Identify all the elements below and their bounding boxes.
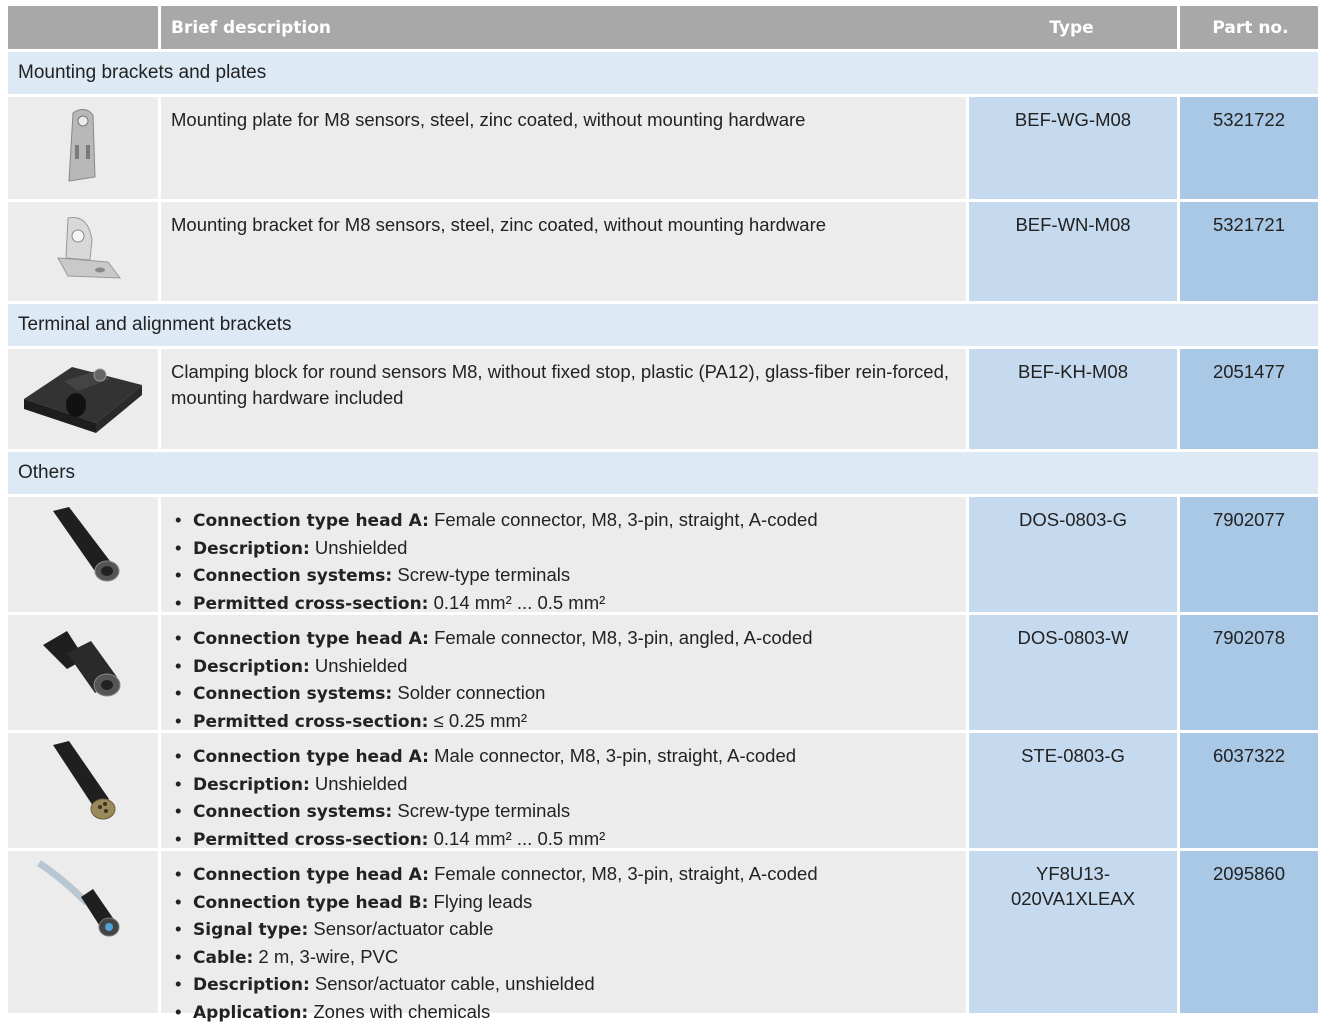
row-type: DOS-0803-W <box>966 615 1177 730</box>
spec-item: Connection systems: Solder connection <box>171 680 956 708</box>
spec-item: Signal type: Sensor/actuator cable <box>171 916 956 944</box>
spec-item: Description: Unshielded <box>171 653 956 681</box>
spec-item: Permitted cross-section: 0.14 mm² ... 0.… <box>171 826 956 854</box>
table-row: Connection type head A: Male connector, … <box>8 733 1318 851</box>
header-image-column <box>8 6 158 49</box>
sensor-cable-icon <box>33 859 133 949</box>
male-connector-straight-icon <box>33 741 133 831</box>
header-part-no: Part no. <box>1177 6 1321 49</box>
row-description: Connection type head A: Female connector… <box>158 615 966 730</box>
spec-item: Connection type head A: Female connector… <box>171 507 956 535</box>
clamping-block-icon <box>18 357 148 437</box>
table-row: Connection type head A: Female connector… <box>8 851 1318 1016</box>
product-image <box>8 733 158 848</box>
product-image <box>8 97 158 199</box>
spec-item: Permitted cross-section: ≤ 0.25 mm² <box>171 708 956 736</box>
spec-item: Connection type head B: Flying leads <box>171 889 956 917</box>
spec-item: Connection type head A: Female connector… <box>171 625 956 653</box>
table-row: Mounting plate for M8 sensors, steel, zi… <box>8 97 1318 202</box>
spec-item: Connection systems: Screw-type terminals <box>171 798 956 826</box>
row-type: BEF-WN-M08 <box>966 202 1177 301</box>
row-description: Connection type head A: Female connector… <box>158 497 966 612</box>
table-row: Mounting bracket for M8 sensors, steel, … <box>8 202 1318 304</box>
group-title: Mounting brackets and plates <box>8 52 1318 97</box>
product-image <box>8 349 158 449</box>
product-image <box>8 497 158 612</box>
row-part-no: 7902077 <box>1177 497 1318 612</box>
row-part-no: 5321722 <box>1177 97 1318 199</box>
accessories-table: Brief description Type Part no. Mounting… <box>8 6 1318 1016</box>
row-type: DOS-0803-G <box>966 497 1177 612</box>
row-part-no: 5321721 <box>1177 202 1318 301</box>
row-description: Mounting bracket for M8 sensors, steel, … <box>158 202 966 301</box>
spec-item: Permitted cross-section: 0.14 mm² ... 0.… <box>171 590 956 618</box>
spec-item: Connection systems: Screw-type terminals <box>171 562 956 590</box>
group-title: Others <box>8 452 1318 497</box>
product-image <box>8 851 158 1013</box>
group-title: Terminal and alignment brackets <box>8 304 1318 349</box>
row-part-no: 6037322 <box>1177 733 1318 848</box>
spec-item: Connection type head A: Male connector, … <box>171 743 956 771</box>
header-description: Brief description <box>158 6 966 49</box>
spec-item: Application: Zones with chemicals <box>171 999 956 1026</box>
product-image <box>8 615 158 730</box>
row-part-no: 7902078 <box>1177 615 1318 730</box>
spec-item: Connection type head A: Female connector… <box>171 861 956 889</box>
spec-item: Cable: 2 m, 3-wire, PVC <box>171 944 956 972</box>
table-row: Connection type head A: Female connector… <box>8 615 1318 733</box>
row-type: YF8U13- 020VA1XLEAX <box>966 851 1177 1013</box>
table-header: Brief description Type Part no. <box>8 6 1318 52</box>
table-row: Connection type head A: Female connector… <box>8 497 1318 615</box>
table-row: Clamping block for round sensors M8, wit… <box>8 349 1318 452</box>
row-type: STE-0803-G <box>966 733 1177 848</box>
row-description: Connection type head A: Male connector, … <box>158 733 966 848</box>
mounting-plate-icon <box>53 105 113 185</box>
row-type: BEF-KH-M08 <box>966 349 1177 449</box>
row-part-no: 2095860 <box>1177 851 1318 1013</box>
spec-item: Description: Unshielded <box>171 771 956 799</box>
row-part-no: 2051477 <box>1177 349 1318 449</box>
mounting-bracket-icon <box>38 210 128 292</box>
spec-item: Description: Sensor/actuator cable, unsh… <box>171 971 956 999</box>
row-type-line: 020VA1XLEAX <box>969 886 1177 911</box>
row-description: Connection type head A: Female connector… <box>158 851 966 1013</box>
female-connector-angled-icon <box>33 623 133 709</box>
row-type-line: YF8U13- <box>969 861 1177 886</box>
row-type: BEF-WG-M08 <box>966 97 1177 199</box>
female-connector-straight-icon <box>33 505 133 591</box>
row-description: Clamping block for round sensors M8, wit… <box>158 349 966 449</box>
header-type: Type <box>966 6 1177 49</box>
spec-item: Description: Unshielded <box>171 535 956 563</box>
row-description: Mounting plate for M8 sensors, steel, zi… <box>158 97 966 199</box>
product-image <box>8 202 158 301</box>
